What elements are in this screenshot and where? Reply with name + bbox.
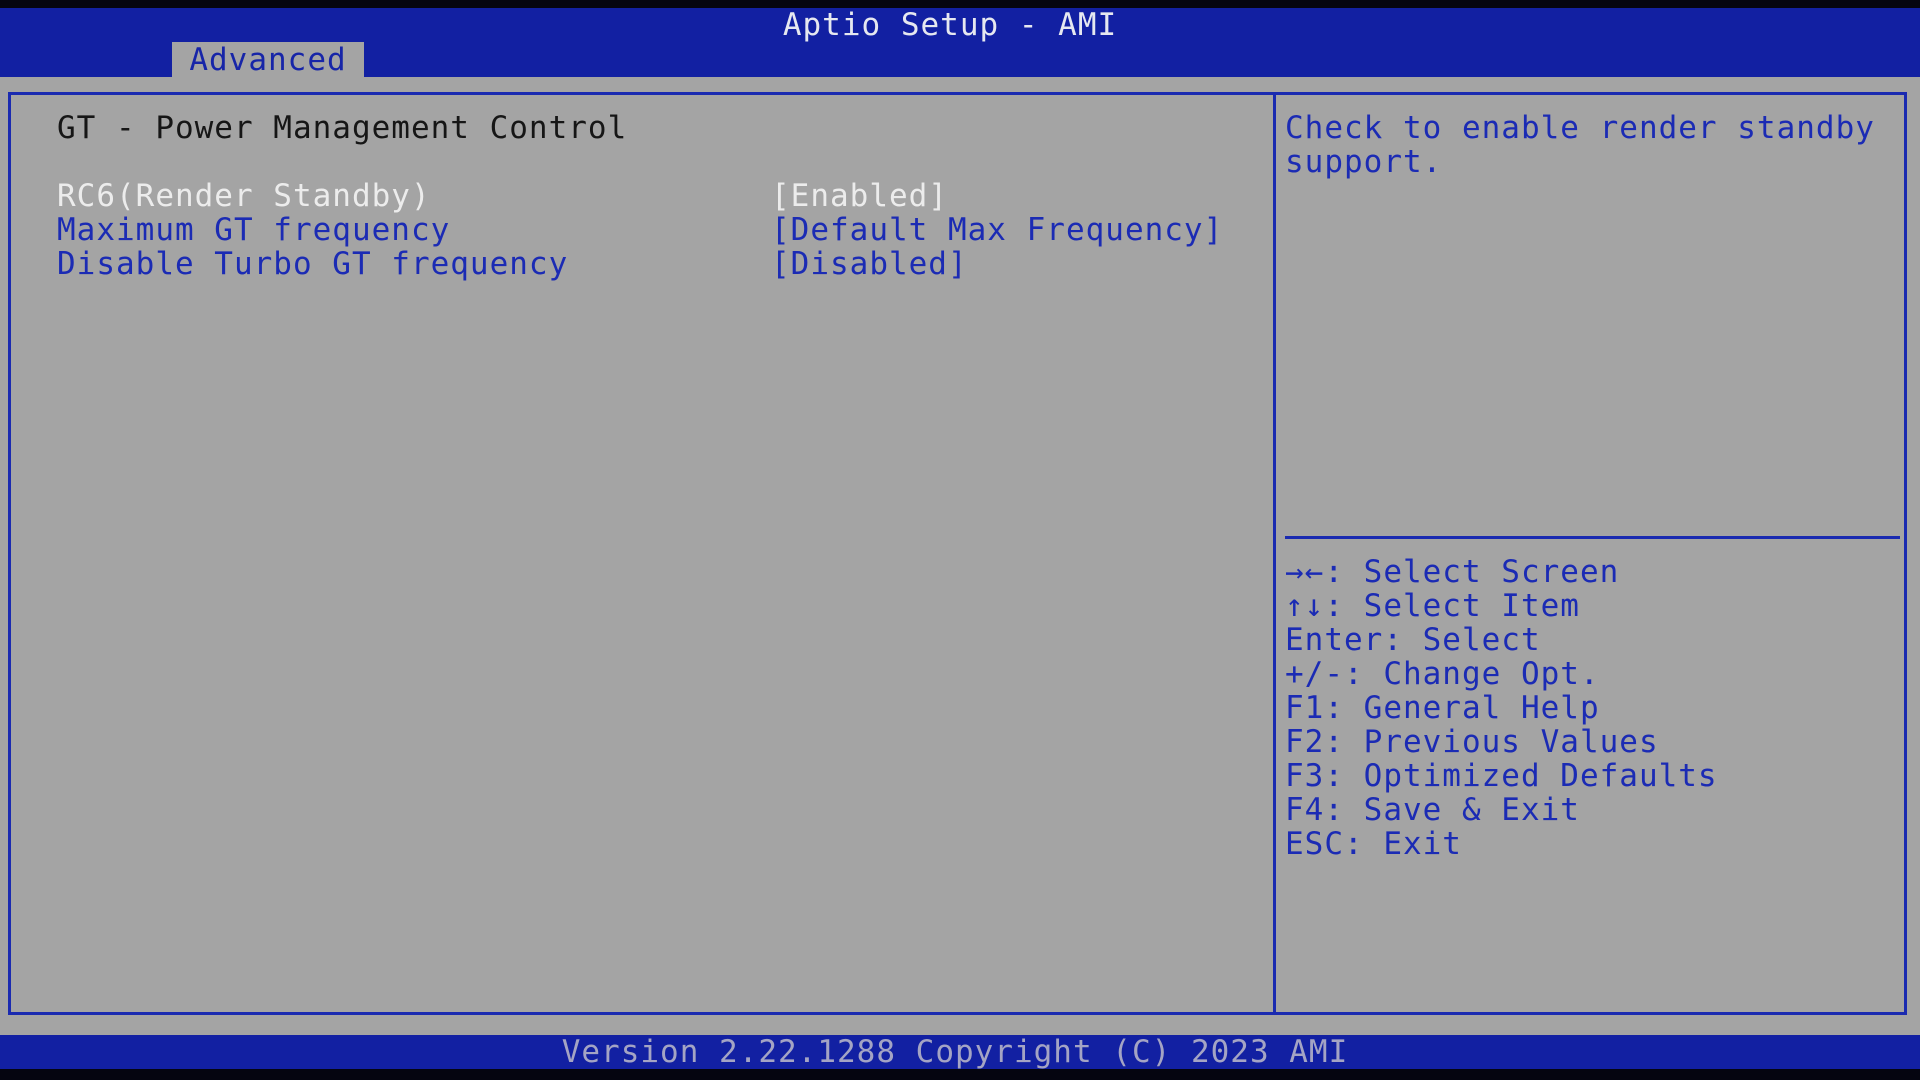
help-text: Check to enable render standby support. (1285, 111, 1905, 179)
key-change-opt: +/-: Change Opt. (1285, 656, 1600, 692)
bios-screen: Aptio Setup - AMI Advanced GT - Power Ma… (0, 0, 1920, 1080)
key-esc-exit: ESC: Exit (1285, 826, 1462, 862)
key-select-screen: →←: Select Screen (1285, 554, 1620, 590)
key-legend: →←: Select Screen ↑↓: Select Item Enter:… (1285, 555, 1905, 861)
setting-label: RC6(Render Standby) (57, 178, 431, 214)
setting-value[interactable]: [Enabled] (771, 179, 948, 213)
setting-label: Disable Turbo GT frequency (57, 246, 569, 282)
help-line: support. (1285, 144, 1443, 180)
version-copyright: Version 2.22.1288 Copyright (C) 2023 AMI (561, 1034, 1349, 1070)
key-save-exit: F4: Save & Exit (1285, 792, 1580, 828)
panel-divider (1273, 92, 1276, 1015)
key-select-item: ↑↓: Select Item (1285, 588, 1580, 624)
key-previous-values: F2: Previous Values (1285, 724, 1659, 760)
key-general-help: F1: General Help (1285, 690, 1600, 726)
key-optimized-defaults: F3: Optimized Defaults (1285, 758, 1718, 794)
setting-maximum-gt-frequency[interactable]: Maximum GT frequency [Default Max Freque… (57, 212, 1222, 248)
bottom-edge (0, 1069, 1920, 1080)
setting-label: Maximum GT frequency (57, 212, 451, 248)
help-line: Check to enable render standby (1285, 110, 1875, 146)
page-title: GT - Power Management Control (57, 110, 628, 146)
app-title: Aptio Setup - AMI (782, 7, 1118, 43)
setting-value[interactable]: [Disabled] (771, 247, 968, 281)
help-divider (1285, 536, 1900, 539)
tab-advanced[interactable]: Advanced (172, 42, 364, 78)
setting-value[interactable]: [Default Max Frequency] (771, 213, 1223, 247)
setting-rc6-render-standby[interactable]: RC6(Render Standby) [Enabled] (57, 179, 1207, 213)
key-enter-select: Enter: Select (1285, 622, 1541, 658)
setting-disable-turbo-gt-frequency[interactable]: Disable Turbo GT frequency [Disabled] (57, 247, 1207, 281)
